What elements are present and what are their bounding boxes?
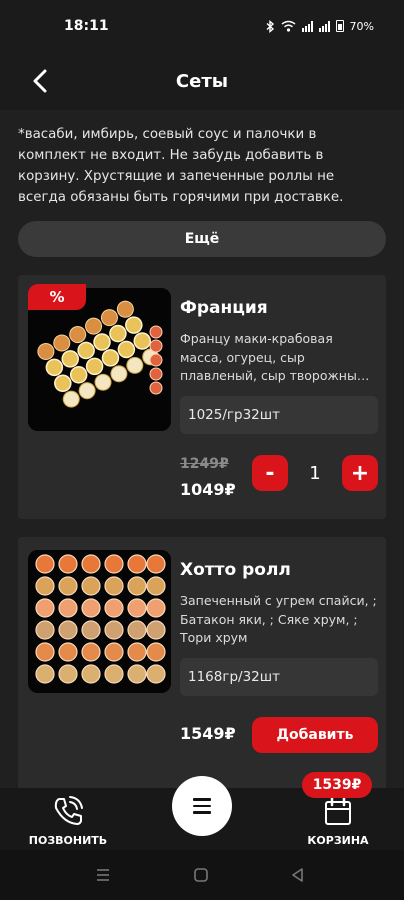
menu-button[interactable] — [172, 776, 232, 836]
product-weight: 1168гр/32шт — [180, 658, 378, 696]
cart-button[interactable]: КОРЗИНА — [298, 794, 378, 847]
product-name: Франция — [180, 298, 268, 318]
notice-text: *васаби, имбирь, соевый соус и палочки в… — [18, 127, 344, 205]
add-to-cart-button[interactable]: Добавить — [252, 717, 378, 753]
signal-icon-2 — [318, 20, 330, 32]
increase-quantity-button[interactable]: + — [342, 455, 378, 491]
status-bar: 18:11 70% — [0, 0, 404, 52]
product-weight: 1025/гр32шт — [180, 396, 378, 434]
bluetooth-icon — [266, 19, 274, 33]
product-name: Хотто ролл — [180, 560, 291, 580]
sushi-set-image — [28, 550, 171, 693]
page-title: Сеты — [175, 70, 229, 92]
product-description: Францу маки-крабовая масса, огурец, сыр … — [180, 331, 370, 383]
cart-total-badge[interactable]: 1539₽ — [302, 772, 372, 798]
product-description: Запеченный с угрем спайси, ; Батакон яки… — [180, 593, 377, 645]
back-button[interactable] — [22, 63, 58, 99]
cart-icon — [325, 796, 351, 825]
product-price: 1549₽ — [180, 724, 236, 743]
app-header: Сеты — [0, 52, 404, 110]
call-button[interactable]: ПОЗВОНИТЬ — [28, 794, 108, 847]
home-icon[interactable] — [193, 867, 209, 883]
old-price: 1249₽ — [180, 456, 229, 472]
status-icons: 70% — [266, 20, 374, 33]
discount-badge: % — [28, 284, 86, 310]
menu-icon — [193, 798, 211, 801]
call-label: ПОЗВОНИТЬ — [28, 834, 108, 847]
cart-label: КОРЗИНА — [307, 834, 369, 847]
phone-icon — [54, 796, 83, 825]
more-button[interactable]: Ещё — [18, 221, 386, 257]
product-price: 1049₽ — [180, 480, 236, 499]
battery-percent: 70% — [349, 19, 374, 33]
product-card[interactable]: % Франция Францу маки-крабовая масса, ог… — [18, 275, 386, 519]
status-time: 18:11 — [64, 18, 109, 34]
recent-apps-icon[interactable] — [95, 867, 111, 883]
wifi-icon — [281, 20, 296, 32]
product-list[interactable]: *васаби, имбирь, соевый соус и палочки в… — [0, 110, 404, 788]
product-image[interactable] — [28, 550, 171, 693]
system-nav-bar — [0, 850, 404, 900]
product-card[interactable]: Хотто ролл Запеченный с угрем спайси, ; … — [18, 537, 386, 788]
decrease-quantity-button[interactable]: - — [252, 455, 288, 491]
back-arrow-icon — [33, 69, 47, 93]
quantity-value: 1 — [309, 462, 321, 484]
back-nav-icon[interactable] — [290, 867, 306, 883]
signal-icon — [301, 20, 313, 32]
battery-icon — [335, 20, 344, 32]
